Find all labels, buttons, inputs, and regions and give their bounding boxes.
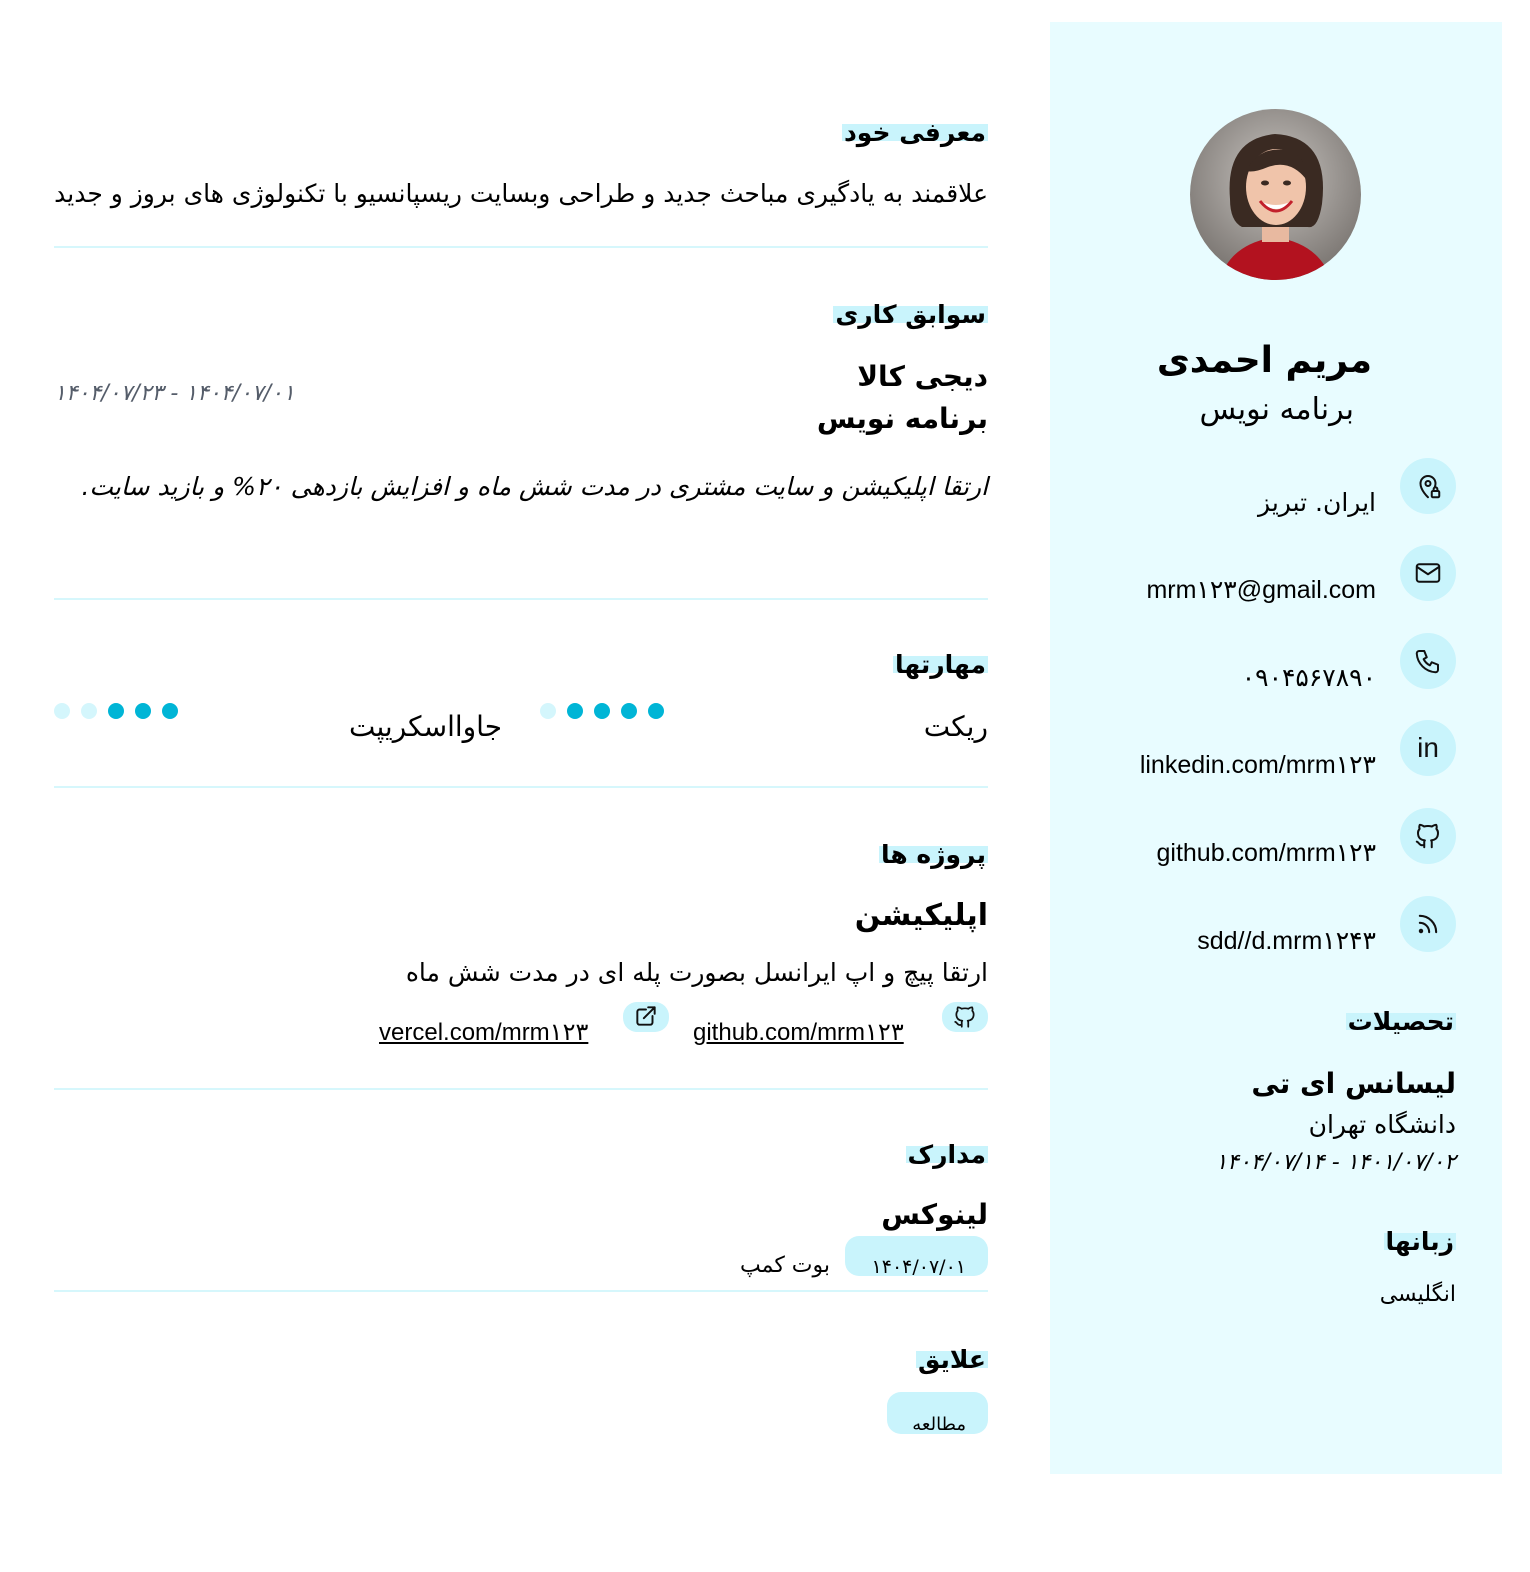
education-degree: لیسانس ای تی — [1251, 1067, 1456, 1100]
education-title: تحصیلات — [1345, 1007, 1456, 1036]
about-text: علاقمند به یادگیری مباحث جدید و طراحی وب… — [54, 179, 988, 208]
contact-phone-text[interactable]: ۰۹۰۴۵۶۷۸۹۰ — [1242, 663, 1376, 693]
interests-title: علایق — [916, 1345, 988, 1374]
rating-dot-filled — [567, 703, 583, 719]
linkedin-icon: in — [1400, 720, 1456, 776]
project-description: ارتقا پیچ و اپ ایرانسل بصورت پله ای در م… — [405, 958, 988, 987]
github-icon — [1400, 808, 1456, 864]
sidebar: مریم احمدی برنامه نویس ایران. تبریز mrm۱… — [1050, 22, 1502, 1474]
experience-title: سوابق کاری — [833, 300, 988, 329]
experience-position: برنامه نویس — [816, 402, 988, 435]
skills-title: مهارتها — [892, 650, 988, 679]
divider — [54, 786, 988, 788]
interest-tag: مطالعه — [887, 1392, 988, 1435]
projects-title: پروژه ها — [878, 840, 988, 869]
contact-github-text[interactable]: github.com/mrm۱۲۳ — [1157, 838, 1377, 868]
rating-dot-filled — [108, 703, 124, 719]
education-dates: ۱۴۰۱/۰۷/۰۲ - ۱۴۰۴/۰۷/۱۴ — [1215, 1150, 1456, 1175]
project-live-link[interactable]: vercel.com/mrm۱۲۳ — [379, 1018, 588, 1047]
location-icon — [1400, 458, 1456, 514]
divider — [54, 1088, 988, 1090]
contact-linkedin[interactable]: in linkedin.com/mrm۱۲۳ — [1016, 720, 1456, 780]
language-item: انگلیسی — [1379, 1282, 1456, 1307]
contact-website[interactable]: sdd//d.mrm۱۲۴۳ — [1016, 896, 1456, 956]
external-link-icon[interactable] — [623, 1002, 669, 1032]
profile-name: مریم احمدی — [1156, 340, 1372, 381]
certificate-issuer: بوت کمپ — [740, 1253, 830, 1278]
mail-icon — [1400, 545, 1456, 601]
skill-rating — [540, 703, 664, 719]
project-name: اپلیکیشن — [854, 898, 988, 933]
certificates-title: مدارک — [905, 1140, 988, 1169]
skill-rating — [54, 703, 178, 719]
certificate-date: ۱۴۰۴/۰۷/۰۱ — [871, 1256, 966, 1278]
profile-role: برنامه نویس — [1199, 392, 1354, 427]
rating-dot-filled — [162, 703, 178, 719]
education-school: دانشگاه تهران — [1308, 1110, 1456, 1139]
contact-website-text[interactable]: sdd//d.mrm۱۲۴۳ — [1197, 926, 1376, 956]
rating-dot-filled — [648, 703, 664, 719]
project-github-link[interactable]: github.com/mrm۱۲۳ — [693, 1018, 904, 1047]
contact-github[interactable]: github.com/mrm۱۲۳ — [1016, 808, 1456, 868]
divider — [54, 1290, 988, 1292]
contact-email[interactable]: mrm۱۲۳@gmail.com — [1016, 545, 1456, 605]
contact-phone[interactable]: ۰۹۰۴۵۶۷۸۹۰ — [1016, 633, 1456, 693]
rating-dot-empty — [54, 703, 70, 719]
experience-dates: ۱۴۰۴/۰۷/۰۱ - ۱۴۰۴/۰۷/۲۳ — [54, 381, 295, 406]
divider — [54, 598, 988, 600]
contact-email-text[interactable]: mrm۱۲۳@gmail.com — [1146, 575, 1376, 605]
github-link-icon[interactable] — [942, 1002, 988, 1032]
rating-dot-filled — [621, 703, 637, 719]
skill-name: جاوااسکریپت — [348, 710, 502, 743]
rating-dot-empty — [81, 703, 97, 719]
contact-location-text: ایران. تبریز — [1258, 488, 1376, 517]
rating-dot-filled — [594, 703, 610, 719]
phone-icon — [1400, 633, 1456, 689]
rating-dot-filled — [135, 703, 151, 719]
contact-linkedin-text[interactable]: linkedin.com/mrm۱۲۳ — [1140, 750, 1376, 780]
avatar — [1190, 109, 1361, 280]
contact-location: ایران. تبریز — [1016, 458, 1456, 517]
experience-company: دیجی کالا — [857, 360, 988, 393]
divider — [54, 246, 988, 248]
about-title: معرفی خود — [841, 118, 988, 147]
certificate-name: لینوکس — [881, 1198, 988, 1231]
certificate-date-badge: ۱۴۰۴/۰۷/۰۱ — [845, 1236, 988, 1278]
rss-icon — [1400, 896, 1456, 952]
experience-description: ارتقا اپلیکیشن و سایت مشتری در مدت شش ما… — [81, 472, 988, 501]
skill-name: ریکت — [923, 710, 988, 743]
languages-title: زبانها — [1383, 1227, 1456, 1256]
rating-dot-empty — [540, 703, 556, 719]
